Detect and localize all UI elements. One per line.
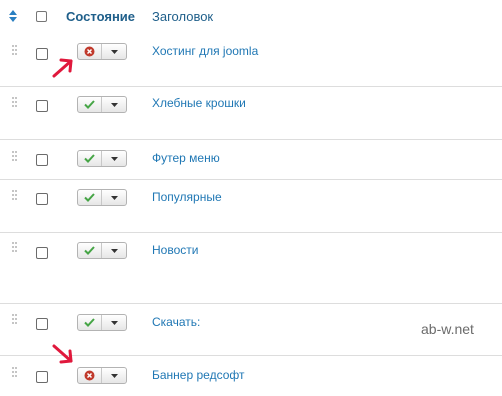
drag-handle-icon[interactable]: [12, 45, 18, 56]
published-toggle-button[interactable]: [78, 151, 102, 166]
row-checkbox[interactable]: [36, 154, 48, 166]
state-dropdown-button[interactable]: [102, 243, 126, 258]
annotation-arrow-icon: [52, 58, 73, 78]
unpublished-toggle-button[interactable]: [78, 368, 102, 383]
annotation-arrow-icon: [52, 344, 73, 364]
sort-arrows-icon[interactable]: [9, 10, 17, 22]
state-button-group: [77, 96, 127, 113]
unpublished-x-icon: [84, 370, 95, 381]
state-button-group: [77, 242, 127, 259]
state-button-group: [77, 150, 127, 167]
row-checkbox[interactable]: [36, 318, 48, 330]
state-button-group: [77, 189, 127, 206]
row-checkbox[interactable]: [36, 48, 48, 60]
published-check-icon: [84, 318, 95, 327]
published-check-icon: [84, 246, 95, 255]
item-title-link[interactable]: Баннер редсофт: [152, 368, 244, 382]
state-dropdown-button[interactable]: [102, 315, 126, 330]
state-column-header[interactable]: Состояние: [66, 9, 135, 24]
drag-handle-icon[interactable]: [12, 314, 18, 325]
state-button-group: [77, 314, 127, 331]
published-check-icon: [84, 100, 95, 109]
item-title-link[interactable]: Футер меню: [152, 151, 220, 165]
state-dropdown-button[interactable]: [102, 97, 126, 112]
state-button-group: [77, 43, 127, 60]
row-checkbox[interactable]: [36, 247, 48, 259]
state-dropdown-button[interactable]: [102, 151, 126, 166]
drag-handle-icon[interactable]: [12, 97, 18, 108]
select-all-checkbox[interactable]: [36, 11, 47, 22]
row-checkbox[interactable]: [36, 100, 48, 112]
caret-down-icon: [110, 49, 118, 54]
table-row: Новости: [0, 233, 502, 304]
caret-down-icon: [110, 248, 118, 253]
published-check-icon: [84, 154, 95, 163]
item-title-link[interactable]: Хостинг для joomla: [152, 44, 258, 58]
watermark-text: ab-w.net: [421, 321, 474, 337]
state-button-group: [77, 367, 127, 384]
title-column-header[interactable]: Заголовок: [152, 9, 213, 24]
drag-handle-icon[interactable]: [12, 242, 18, 253]
row-checkbox[interactable]: [36, 193, 48, 205]
drag-handle-icon[interactable]: [12, 151, 18, 162]
table-row: Популярные: [0, 180, 502, 233]
published-toggle-button[interactable]: [78, 243, 102, 258]
drag-handle-icon[interactable]: [12, 190, 18, 201]
state-dropdown-button[interactable]: [102, 44, 126, 59]
table-row: Футер меню: [0, 140, 502, 180]
caret-down-icon: [110, 102, 118, 107]
item-title-link[interactable]: Новости: [152, 243, 198, 257]
item-title-link[interactable]: Популярные: [152, 190, 222, 204]
state-dropdown-button[interactable]: [102, 190, 126, 205]
item-title-link[interactable]: Хлебные крошки: [152, 96, 246, 110]
table-row: Хлебные крошки: [0, 87, 502, 140]
published-toggle-button[interactable]: [78, 315, 102, 330]
caret-down-icon: [110, 195, 118, 200]
drag-handle-icon[interactable]: [12, 367, 18, 378]
unpublished-toggle-button[interactable]: [78, 44, 102, 59]
item-title-link[interactable]: Скачать:: [152, 315, 200, 329]
row-checkbox[interactable]: [36, 371, 48, 383]
table-header: Состояние Заголовок: [0, 0, 502, 34]
caret-down-icon: [110, 373, 118, 378]
unpublished-x-icon: [84, 46, 95, 57]
state-dropdown-button[interactable]: [102, 368, 126, 383]
published-toggle-button[interactable]: [78, 97, 102, 112]
caret-down-icon: [110, 320, 118, 325]
published-check-icon: [84, 193, 95, 202]
caret-down-icon: [110, 156, 118, 161]
published-toggle-button[interactable]: [78, 190, 102, 205]
